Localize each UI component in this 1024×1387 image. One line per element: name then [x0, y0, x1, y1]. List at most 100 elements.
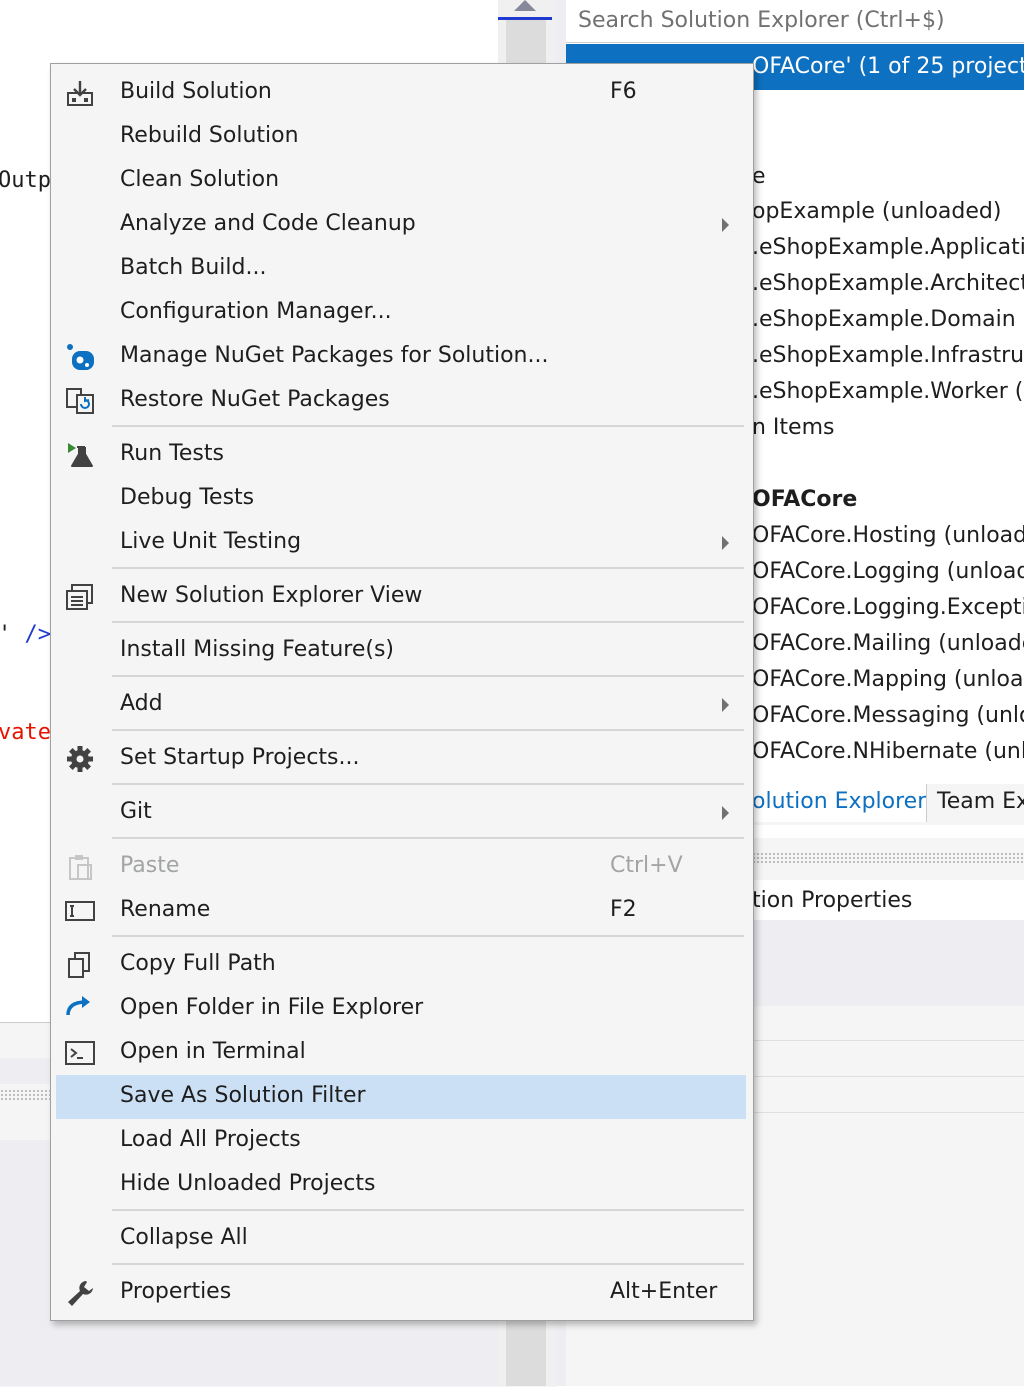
scroll-position-marker	[498, 17, 552, 20]
menu-item-debug-tests[interactable]: Debug Tests	[56, 477, 746, 521]
menu-item-label: New Solution Explorer View	[120, 583, 423, 608]
menu-separator	[112, 1209, 744, 1211]
tree-item[interactable]: .eShopExample.Infrastruc	[752, 343, 1024, 368]
menu-item-save-as-solution-filter[interactable]: Save As Solution Filter	[56, 1075, 746, 1119]
code-line: ' />	[0, 622, 51, 647]
copy-icon	[68, 952, 90, 978]
tree-item-project[interactable]: OFACore	[752, 487, 857, 512]
tree-item[interactable]: .eShopExample.Architectu	[752, 271, 1024, 296]
menu-separator	[112, 675, 744, 677]
tree-item[interactable]: OFACore.Mailing (unloadec	[752, 631, 1024, 656]
menu-item-open-terminal[interactable]: Open in Terminal	[56, 1031, 746, 1075]
menu-item-label: Copy Full Path	[120, 951, 276, 976]
panel-grip[interactable]	[0, 1089, 52, 1101]
menu-item-collapse-all[interactable]: Collapse All	[56, 1217, 746, 1261]
menu-item-rename[interactable]: Rename F2	[56, 889, 746, 933]
restore-icon	[66, 388, 94, 414]
menu-item-open-folder[interactable]: Open Folder in File Explorer	[56, 987, 746, 1031]
menu-item-hide-unloaded-projects[interactable]: Hide Unloaded Projects	[56, 1163, 746, 1207]
menu-item-copy-full-path[interactable]: Copy Full Path	[56, 943, 746, 987]
code-quote: '	[0, 622, 11, 647]
menu-separator	[112, 621, 744, 623]
tree-item[interactable]: .eShopExample.Worker (u	[752, 379, 1024, 404]
menu-item-properties[interactable]: Properties Alt+Enter	[56, 1271, 746, 1315]
tab-solution-explorer[interactable]: olution Explorer	[746, 784, 937, 822]
menu-item-shortcut: Ctrl+V	[610, 853, 683, 878]
menu-item-label: Live Unit Testing	[120, 529, 302, 554]
menu-item-label: Load All Projects	[120, 1127, 301, 1152]
menu-item-label: Add	[120, 691, 163, 716]
tree-item[interactable]: .eShopExample.Applicatio	[752, 235, 1024, 260]
menu-item-label: Collapse All	[120, 1225, 248, 1250]
tree-item[interactable]: OFACore.Messaging (unloa	[752, 703, 1024, 728]
menu-item-add[interactable]: Add	[56, 683, 746, 727]
open-folder-icon	[66, 996, 90, 1016]
menu-item-paste[interactable]: Paste Ctrl+V	[56, 845, 746, 889]
menu-item-run-tests[interactable]: Run Tests	[56, 433, 746, 477]
menu-item-analyze-code-cleanup[interactable]: Analyze and Code Cleanup	[56, 203, 746, 247]
menu-item-rebuild-solution[interactable]: Rebuild Solution	[56, 115, 746, 159]
tree-item[interactable]: opExample (unloaded)	[752, 199, 1001, 224]
menu-item-label: Restore NuGet Packages	[120, 387, 390, 412]
menu-item-git[interactable]: Git	[56, 791, 746, 835]
menu-item-label: Manage NuGet Packages for Solution...	[120, 343, 549, 368]
menu-item-label: Clean Solution	[120, 167, 280, 192]
menu-item-label: Paste	[120, 853, 180, 878]
menu-separator	[112, 567, 744, 569]
tree-item[interactable]: n Items	[752, 415, 834, 440]
menu-item-clean-solution[interactable]: Clean Solution	[56, 159, 746, 203]
search-input[interactable]: Search Solution Explorer (Ctrl+$)	[578, 8, 945, 33]
code-tag-close: />	[24, 622, 52, 647]
tree-item[interactable]: OFACore.Logging.Exception	[752, 595, 1024, 620]
menu-item-label: Hide Unloaded Projects	[120, 1171, 376, 1196]
menu-item-shortcut: F6	[610, 79, 637, 104]
menu-item-label: Git	[120, 799, 152, 824]
menu-item-new-solution-explorer-view[interactable]: New Solution Explorer View	[56, 575, 746, 619]
menu-item-restore-nuget[interactable]: Restore NuGet Packages	[56, 379, 746, 423]
menu-item-manage-nuget[interactable]: Manage NuGet Packages for Solution...	[56, 335, 746, 379]
menu-separator	[112, 425, 744, 427]
tree-item[interactable]: .eShopExample.Domain (	[752, 307, 1024, 332]
tab-team-explorer[interactable]: Team Ex	[926, 784, 1024, 822]
rename-icon	[65, 901, 95, 921]
menu-item-label: Rebuild Solution	[120, 123, 299, 148]
new-view-icon	[66, 584, 93, 610]
submenu-arrow-icon	[722, 218, 729, 232]
wrench-icon	[68, 1281, 93, 1306]
menu-item-label: Rename	[120, 897, 211, 922]
panel-grip[interactable]	[752, 852, 1024, 864]
tree-item[interactable]: OFACore.Logging (unloade	[752, 559, 1024, 584]
scroll-up-arrow-icon[interactable]	[514, 0, 536, 11]
menu-separator	[112, 837, 744, 839]
menu-item-label: Analyze and Code Cleanup	[120, 211, 416, 236]
menu-separator	[112, 783, 744, 785]
menu-item-label: Batch Build...	[120, 255, 267, 280]
submenu-arrow-icon	[722, 536, 729, 550]
menu-item-label: Configuration Manager...	[120, 299, 392, 324]
menu-item-batch-build[interactable]: Batch Build...	[56, 247, 746, 291]
tree-item[interactable]: OFACore.Hosting (unloade	[752, 523, 1024, 548]
menu-item-install-missing-features[interactable]: Install Missing Feature(s)	[56, 629, 746, 673]
menu-item-label: Build Solution	[120, 79, 272, 104]
code-line: Outp	[0, 168, 51, 193]
selected-tree-label: OFACore' (1 of 25 project	[752, 54, 1024, 79]
menu-item-configuration-manager[interactable]: Configuration Manager...	[56, 291, 746, 335]
submenu-arrow-icon	[722, 806, 729, 820]
tree-item[interactable]: OFACore.Mapping (unload	[752, 667, 1024, 692]
build-icon	[67, 81, 93, 106]
menu-item-set-startup-projects[interactable]: Set Startup Projects...	[56, 737, 746, 781]
code-line-error: vate	[0, 720, 51, 745]
menu-item-label: Install Missing Feature(s)	[120, 637, 395, 662]
menu-item-label: Open Folder in File Explorer	[120, 995, 424, 1020]
menu-item-shortcut: F2	[610, 897, 637, 922]
menu-item-label: Save As Solution Filter	[120, 1083, 366, 1108]
menu-item-label: Open in Terminal	[120, 1039, 306, 1064]
menu-item-build-solution[interactable]: Build Solution F6	[56, 71, 746, 115]
menu-item-load-all-projects[interactable]: Load All Projects	[56, 1119, 746, 1163]
menu-item-live-unit-testing[interactable]: Live Unit Testing	[56, 521, 746, 565]
menu-item-shortcut: Alt+Enter	[610, 1279, 718, 1304]
menu-item-label: Run Tests	[120, 441, 224, 466]
tree-item[interactable]: e	[752, 164, 766, 189]
terminal-icon	[65, 1041, 95, 1065]
tree-item[interactable]: OFACore.NHibernate (unlo	[752, 739, 1024, 764]
